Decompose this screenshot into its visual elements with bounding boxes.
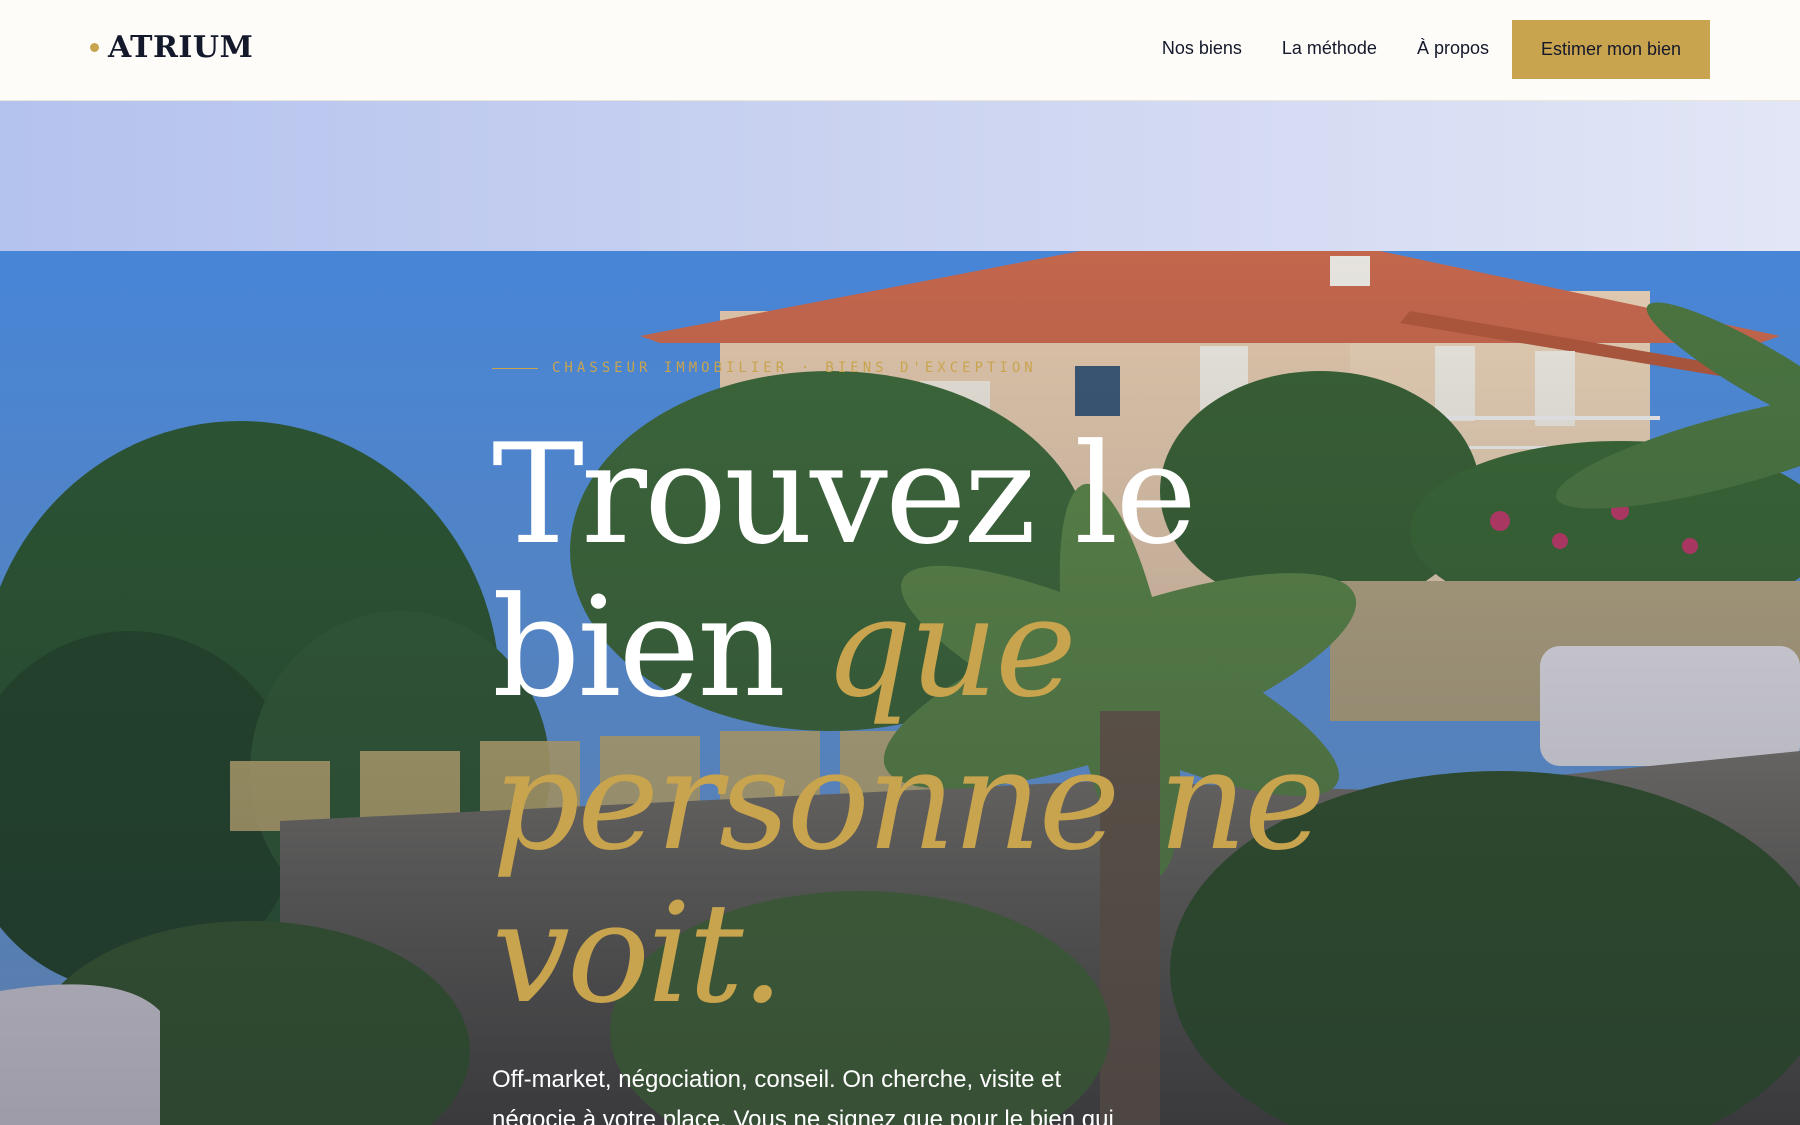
- nav-item-nos-biens[interactable]: Nos biens: [1162, 38, 1242, 59]
- title-line-2-plain: bien: [492, 567, 824, 728]
- lead-line-2: négocie à votre place. Vous ne signez qu…: [492, 1106, 1114, 1125]
- hero-title: Trouvez le bien que personne ne voit.: [492, 418, 1392, 1030]
- eyebrow-rule: [492, 367, 538, 369]
- title-line-2-accent: que: [823, 567, 1077, 728]
- title-line-3-accent: personne ne: [492, 720, 1326, 881]
- hero-lead: Off-market, négociation, conseil. On che…: [492, 1060, 1142, 1125]
- nav-item-a-propos[interactable]: À propos: [1417, 38, 1489, 59]
- logo-text: ATRIUM: [108, 30, 254, 65]
- nav-item-la-methode[interactable]: La méthode: [1282, 38, 1377, 59]
- lead-line-1: Off-market, négociation, conseil. On che…: [492, 1066, 1062, 1093]
- title-line-4-accent: voit.: [492, 873, 785, 1034]
- eyebrow-text: CHASSEUR IMMOBILIER · BIENS D'EXCEPTION: [552, 360, 1037, 376]
- logo[interactable]: ATRIUM: [90, 30, 253, 65]
- title-line-1: Trouvez le: [492, 414, 1197, 575]
- dot-icon: [90, 43, 99, 52]
- hero-content: CHASSEUR IMMOBILIER · BIENS D'EXCEPTION …: [492, 360, 1392, 1125]
- hero-eyebrow: CHASSEUR IMMOBILIER · BIENS D'EXCEPTION: [492, 360, 1392, 376]
- estimate-button[interactable]: Estimer mon bien: [1512, 20, 1710, 79]
- main-nav: Nos biens La méthode À propos: [1162, 38, 1489, 59]
- hero-sky-band: [0, 101, 1800, 251]
- site-header: ATRIUM Nos biens La méthode À propos Est…: [0, 0, 1800, 101]
